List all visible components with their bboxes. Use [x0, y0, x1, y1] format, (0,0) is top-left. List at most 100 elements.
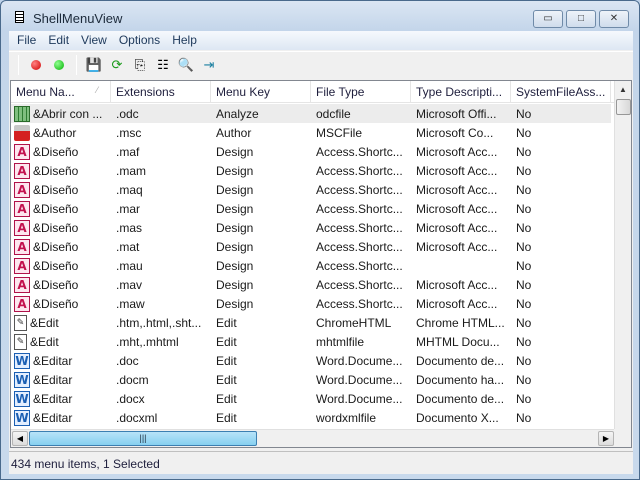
- table-cell: Design: [216, 163, 254, 178]
- table-cell: .docxml: [116, 410, 158, 425]
- menu-options[interactable]: Options: [113, 31, 166, 50]
- column-header-extensions[interactable]: Extensions: [111, 81, 211, 102]
- table-cell: Access.Shortc...: [316, 277, 403, 292]
- table-row[interactable]: ✎ &Edit .mht,.mhtml Edit mhtmlfile MHTML Docu…: [11, 332, 611, 351]
- table-row[interactable]: A &Diseño .mas Design Access.Shortc... Micros…: [11, 218, 611, 237]
- table-cell: Access.Shortc...: [316, 201, 403, 216]
- menu-name: &Editar: [33, 353, 73, 368]
- access-icon: A: [14, 276, 30, 293]
- menu-name: &Diseño: [33, 296, 79, 311]
- status-bar: 434 menu items, 1 Selected: [9, 451, 633, 474]
- menu-items-list[interactable]: Menu Na... ⁄ Extensions Menu Key File Typ…: [10, 80, 632, 448]
- copy-button[interactable]: ⎘: [131, 56, 149, 74]
- table-row[interactable]: W &Editar .docxml Edit wordxmlfile Documento …: [11, 408, 611, 427]
- maximize-button[interactable]: □: [566, 10, 596, 28]
- access-icon: A: [14, 219, 30, 236]
- table-row[interactable]: A &Diseño .mar Design Access.Shortc... Micros…: [11, 199, 611, 218]
- menu-name: &Edit: [30, 315, 59, 330]
- table-cell: No: [516, 296, 532, 311]
- close-button[interactable]: ✕: [599, 10, 629, 28]
- disable-items-button[interactable]: [27, 56, 45, 74]
- vertical-scrollbar[interactable]: ▲: [614, 81, 631, 430]
- table-cell: Microsoft Acc...: [416, 144, 498, 159]
- sort-icon: ⁄: [96, 85, 98, 95]
- exit-button[interactable]: ⇥: [200, 56, 218, 74]
- column-header-type-description[interactable]: Type Descripti...: [411, 81, 511, 102]
- table-cell: Access.Shortc...: [316, 182, 403, 197]
- scroll-up-icon[interactable]: ▲: [615, 81, 631, 98]
- column-header-file-type[interactable]: File Type: [311, 81, 411, 102]
- table-cell: wordxmlfile: [316, 410, 377, 425]
- table-cell: No: [516, 201, 532, 216]
- column-header-system-file-assoc[interactable]: SystemFileAss...: [511, 81, 611, 102]
- table-cell: W &Editar: [11, 352, 111, 369]
- table-row[interactable]: &Abrir con ... .odc Analyze odcfile Microsof…: [11, 104, 611, 123]
- find-button[interactable]: 🔍: [177, 56, 195, 74]
- table-cell: ✎ &Edit: [11, 314, 111, 331]
- table-row[interactable]: W &Editar .docm Edit Word.Docume... Documento…: [11, 370, 611, 389]
- table-cell: Access.Shortc...: [316, 144, 403, 159]
- table-cell: Microsoft Acc...: [416, 220, 498, 235]
- properties-button[interactable]: ☷: [154, 56, 172, 74]
- table-cell: No: [516, 239, 532, 254]
- scroll-right-icon[interactable]: ▶: [598, 431, 614, 446]
- toolbar: 💾 ⟳ ⎘ ☷ 🔍 ⇥: [9, 51, 633, 78]
- table-row[interactable]: A &Diseño .maf Design Access.Shortc... Micros…: [11, 142, 611, 161]
- vertical-scroll-thumb[interactable]: [616, 99, 631, 115]
- horizontal-scroll-thumb[interactable]: |||: [29, 431, 257, 446]
- toolbar-separator: [76, 55, 77, 75]
- table-cell: Design: [216, 182, 254, 197]
- table-cell: No: [516, 106, 532, 121]
- table-cell: A &Diseño: [11, 276, 111, 293]
- table-cell: .mav: [116, 277, 143, 292]
- table-row[interactable]: A &Diseño .mat Design Access.Shortc... Micros…: [11, 237, 611, 256]
- find-icon: 🔍: [177, 57, 195, 72]
- table-cell: No: [516, 353, 532, 368]
- table-cell: Design: [216, 220, 254, 235]
- column-header-menu-name[interactable]: Menu Na... ⁄: [11, 81, 111, 102]
- table-row[interactable]: A &Diseño .mam Design Access.Shortc... Micros…: [11, 161, 611, 180]
- table-cell: A &Diseño: [11, 162, 111, 179]
- table-cell: No: [516, 163, 532, 178]
- column-header-menu-key[interactable]: Menu Key: [211, 81, 311, 102]
- menu-name: &Editar: [33, 410, 73, 425]
- menu-help[interactable]: Help: [166, 31, 203, 50]
- table-cell: No: [516, 277, 532, 292]
- menu-edit[interactable]: Edit: [42, 31, 75, 50]
- enable-items-button[interactable]: [50, 56, 68, 74]
- table-cell: .doc: [116, 353, 139, 368]
- refresh-button[interactable]: ⟳: [108, 56, 126, 74]
- table-cell: ChromeHTML: [316, 315, 392, 330]
- table-row[interactable]: &Author .msc Author MSCFile Microsoft Co... N…: [11, 123, 611, 142]
- table-row[interactable]: A &Diseño .mau Design Access.Shortc... No: [11, 256, 611, 275]
- menu-file[interactable]: File: [11, 31, 42, 50]
- table-row[interactable]: A &Diseño .maw Design Access.Shortc... Micros…: [11, 294, 611, 313]
- horizontal-scrollbar[interactable]: ◀ ||| ▶: [11, 429, 615, 447]
- menu-name: &Diseño: [33, 277, 79, 292]
- save-button[interactable]: 💾: [85, 56, 103, 74]
- menu-name: &Diseño: [33, 182, 79, 197]
- table-cell: Microsoft Acc...: [416, 163, 498, 178]
- edit-icon: ✎: [14, 333, 27, 350]
- menu-name: &Editar: [33, 391, 73, 406]
- scroll-left-icon[interactable]: ◀: [12, 431, 28, 446]
- table-row[interactable]: A &Diseño .mav Design Access.Shortc... Micros…: [11, 275, 611, 294]
- window-frame: ShellMenuView ▭ □ ✕ File Edit View Optio…: [0, 0, 640, 480]
- table-cell: Documento X...: [416, 410, 499, 425]
- table-cell: Chrome HTML...: [416, 315, 505, 330]
- table-row[interactable]: A &Diseño .maq Design Access.Shortc... Micros…: [11, 180, 611, 199]
- minimize-button[interactable]: ▭: [533, 10, 563, 28]
- table-row[interactable]: ✎ &Edit .htm,.html,.sht... Edit ChromeHTML Ch…: [11, 313, 611, 332]
- table-cell: Documento de...: [416, 353, 505, 368]
- table-cell: A &Diseño: [11, 238, 111, 255]
- table-cell: mhtmlfile: [316, 334, 365, 349]
- table-row[interactable]: W &Editar .docx Edit Word.Docume... Documento…: [11, 389, 611, 408]
- red-dot-icon: [31, 60, 41, 70]
- table-row[interactable]: W &Editar .doc Edit Word.Docume... Documento …: [11, 351, 611, 370]
- table-cell: Word.Docume...: [316, 353, 403, 368]
- menu-view[interactable]: View: [75, 31, 113, 50]
- table-cell: A &Diseño: [11, 143, 111, 160]
- table-cell: &Author: [11, 124, 111, 141]
- menu-name: &Edit: [30, 334, 59, 349]
- table-cell: Analyze: [216, 106, 259, 121]
